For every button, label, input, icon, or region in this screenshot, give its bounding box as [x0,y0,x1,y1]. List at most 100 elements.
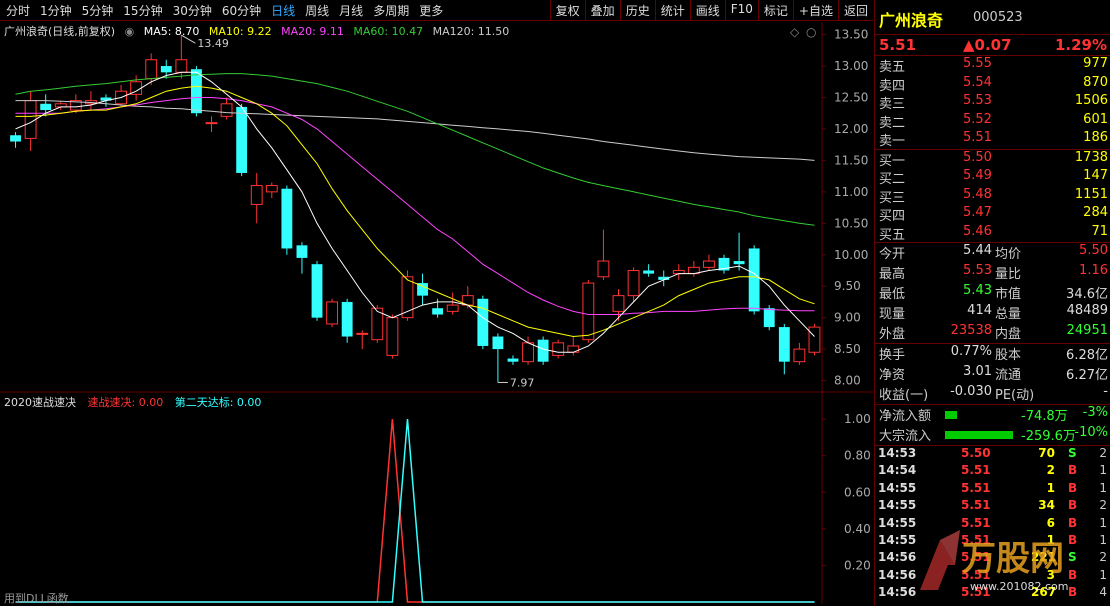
bid-row[interactable]: 买一 5.50 1738 [875,150,1110,169]
tick-row: 14:55 5.51 1 B 1 [875,481,1110,498]
ask-row[interactable]: 卖五 5.55 977 [875,56,1110,75]
bid-label: 买四 [879,209,906,224]
candle-body [24,100,37,139]
candle-body [733,261,745,265]
period-tab-4[interactable]: 30分钟 [173,2,212,19]
fundamentals-block: 换手 0.77% 股本 6.28亿 净资 3.01 流通 6.27亿 收益(一) -0.030 PE… [875,344,1110,405]
stat-row: 现量 414 总量 48489 [875,303,1110,323]
toolbar-action-7[interactable]: +自选 [792,0,838,20]
stat-label: 今开 [879,247,906,262]
ma5-label: MA5: 8.70 [143,25,200,38]
stat-row: 外盘 23538 内盘 24951 [875,323,1110,343]
ask-row[interactable]: 卖二 5.52 601 [875,112,1110,131]
ask-label: 卖一 [879,134,906,149]
tick-time: 14:55 [878,498,917,513]
ask-volume: 870 [1083,74,1108,90]
bid-row[interactable]: 买三 5.48 1151 [875,187,1110,206]
toolbar-action-0[interactable]: 复权 [549,0,585,20]
tick-count: 1 [1099,515,1107,530]
stat-row: 净资 3.01 流通 6.27亿 [875,364,1110,384]
tick-count: 1 [1099,567,1107,582]
period-tab-2[interactable]: 5分钟 [82,2,114,19]
ask-price: 5.54 [963,74,992,90]
tick-side: S [1068,446,1077,460]
bid-volume: 1738 [1074,149,1108,165]
y-tick-label: 9.00 [834,311,861,325]
bid-row[interactable]: 买二 5.49 147 [875,168,1110,187]
toolbar-action-6[interactable]: 标记 [757,0,793,20]
last-price: 5.51 [879,36,917,54]
bid-price: 5.47 [963,205,992,220]
y-tick-label: 13.00 [834,59,868,73]
stat-label: 股本 [995,348,1022,363]
period-tab-5[interactable]: 60分钟 [222,2,261,19]
stat-value: 24951 [1066,323,1108,338]
y-tick-label: 8.00 [834,374,861,388]
period-tab-1[interactable]: 1分钟 [40,2,72,19]
toolbar-action-8[interactable]: 返回 [837,0,873,20]
toolbar-action-1[interactable]: 叠加 [584,0,620,20]
candle-body [477,298,489,346]
period-tab-10[interactable]: 更多 [419,2,443,19]
indicator-series1: 速战速决: 0.00 [87,396,164,409]
y-tick-label: 11.50 [834,153,868,167]
tick-side: B [1068,498,1078,513]
stat-label: 流通 [995,368,1022,383]
period-tab-3[interactable]: 15分钟 [123,2,162,19]
flow-pct: -3% [1082,405,1108,420]
period-tab-6[interactable]: 日线 [271,2,295,19]
tick-row: 14:55 5.51 34 B 2 [875,498,1110,515]
candle-body [250,185,263,205]
candle-body [793,348,806,363]
toolbar-action-5[interactable]: F10 [724,0,758,20]
bid-volume: 284 [1083,205,1108,220]
flow-value: -259.6万 [1021,429,1076,444]
stock-name: 广州浪奇 [879,11,944,30]
tick-row: 14:54 5.51 2 B 1 [875,463,1110,480]
tick-price: 5.51 [961,480,991,495]
candle-body [808,326,821,353]
y-tick-label: 12.50 [834,90,868,104]
stock-code: 000523 [973,10,1023,25]
toolbar-action-2[interactable]: 历史 [619,0,655,20]
ask-row[interactable]: 卖三 5.53 1506 [875,93,1110,112]
kline-chart[interactable]: 13.50 13.00 12.50 12.00 11.50 11.00 10.50 10.00… [0,21,873,606]
bid-row[interactable]: 买五 5.46 71 [875,224,1110,243]
ask-row[interactable]: 卖一 5.51 186 [875,130,1110,149]
candle-body [311,264,323,318]
tick-volume: 34 [1038,498,1055,513]
candle-body [356,332,369,335]
candle-body [386,317,399,356]
stat-label: 最低 [879,287,906,302]
price-summary: 5.51 ▲0.07 1.29% [875,35,1110,56]
bid-price: 5.49 [963,168,992,183]
ask-price: 5.53 [963,93,992,108]
bid-label: 买二 [879,172,906,187]
ma20-label: MA20: 9.11 [281,25,344,38]
candle-body [341,301,353,337]
circle-icon: ○ [806,25,816,39]
ask-volume: 1506 [1074,93,1108,108]
indicator-series2: 第二天达标: 0.00 [174,396,262,409]
ask-row[interactable]: 卖四 5.54 870 [875,75,1110,94]
ask-label: 卖三 [879,97,906,112]
bid-label: 买五 [879,227,906,243]
quote-panel: 广州浪奇 000523 5.51 ▲0.07 1.29% 卖五 5.55 977 卖四… [874,0,1110,606]
legend-toggle-icon[interactable]: ◉ [125,25,135,38]
period-tab-9[interactable]: 多周期 [373,2,409,19]
toolbar-action-3[interactable]: 统计 [654,0,690,20]
bid-volume: 71 [1091,223,1108,239]
period-tab-8[interactable]: 月线 [339,2,363,19]
candle-body [446,304,459,312]
ma-legend: 广州浪奇(日线,前复权) ◉ MA5: 8.70 MA10: 9.22 MA20… [4,23,515,39]
bid-row[interactable]: 买四 5.47 284 [875,205,1110,224]
watermark-logo: 万股网 www.201082.com [920,530,1068,593]
period-tab-7[interactable]: 周线 [305,2,329,19]
tick-row: 14:53 5.50 70 S 2 [875,446,1110,463]
period-tab-0[interactable]: 分时 [6,2,30,19]
tick-count: 2 [1099,550,1107,565]
ind-y-tick-label: 0.40 [844,522,871,536]
bid-volume: 1151 [1074,186,1108,202]
indicator-name[interactable]: 2020速战速决 [4,396,76,409]
toolbar-action-4[interactable]: 画线 [689,0,725,20]
